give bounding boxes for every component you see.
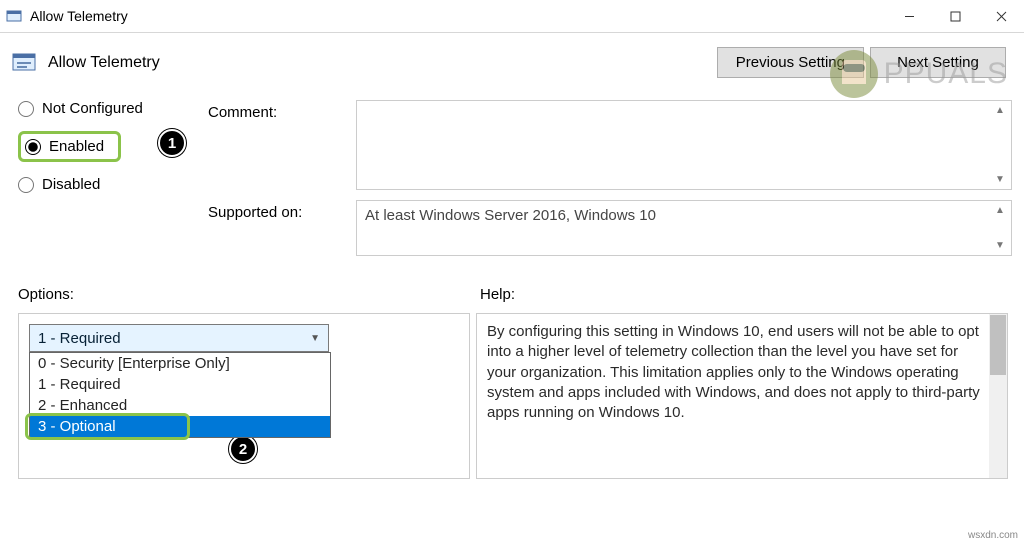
next-setting-button[interactable]: Next Setting [870, 47, 1006, 78]
callout-one: 1 [158, 129, 186, 157]
help-scrollbar[interactable] [989, 314, 1007, 478]
policy-header-icon [12, 51, 40, 75]
radio-enabled[interactable]: Enabled [25, 138, 104, 155]
supported-on-text: At least Windows Server 2016, Windows 10… [356, 200, 1012, 256]
window-controls [886, 0, 1024, 32]
radio-disabled[interactable]: Disabled [18, 176, 208, 193]
help-label: Help: [480, 286, 515, 303]
scroll-down-icon[interactable]: ▼ [991, 174, 1009, 185]
dd-option-optional[interactable]: 3 - Optional [30, 416, 330, 437]
window-title: Allow Telemetry [30, 8, 886, 24]
callout-two: 2 [229, 435, 257, 463]
close-button[interactable] [978, 0, 1024, 32]
dd-option-required[interactable]: 1 - Required [30, 374, 330, 395]
policy-icon [6, 8, 22, 24]
chevron-down-icon: ▼ [310, 333, 320, 344]
page-title: Allow Telemetry [48, 54, 717, 72]
options-label: Options: [18, 286, 480, 303]
comment-label: Comment: [208, 100, 356, 121]
telemetry-level-dropdown[interactable]: 1 - Required ▼ 0 - Security [Enterprise … [29, 324, 329, 352]
dropdown-list: 0 - Security [Enterprise Only] 1 - Requi… [29, 352, 331, 438]
minimize-button[interactable] [886, 0, 932, 32]
scroll-up-icon[interactable]: ▲ [991, 205, 1009, 216]
comment-textarea[interactable]: ▲ ▼ [356, 100, 1012, 190]
domain-watermark: wsxdn.com [968, 530, 1018, 541]
supported-label: Supported on: [208, 200, 356, 221]
help-panel: By configuring this setting in Windows 1… [476, 313, 1008, 479]
radio-not-configured[interactable]: Not Configured [18, 100, 208, 117]
dd-option-security[interactable]: 0 - Security [Enterprise Only] [30, 353, 330, 374]
scroll-up-icon[interactable]: ▲ [991, 105, 1009, 116]
previous-setting-button[interactable]: Previous Setting [717, 47, 864, 78]
maximize-button[interactable] [932, 0, 978, 32]
scroll-down-icon[interactable]: ▼ [991, 240, 1009, 251]
options-panel: 1 - Required ▼ 0 - Security [Enterprise … [18, 313, 470, 479]
window-titlebar: Allow Telemetry [0, 0, 1024, 33]
dd-option-enhanced[interactable]: 2 - Enhanced [30, 395, 330, 416]
scrollbar-thumb[interactable] [990, 315, 1006, 375]
